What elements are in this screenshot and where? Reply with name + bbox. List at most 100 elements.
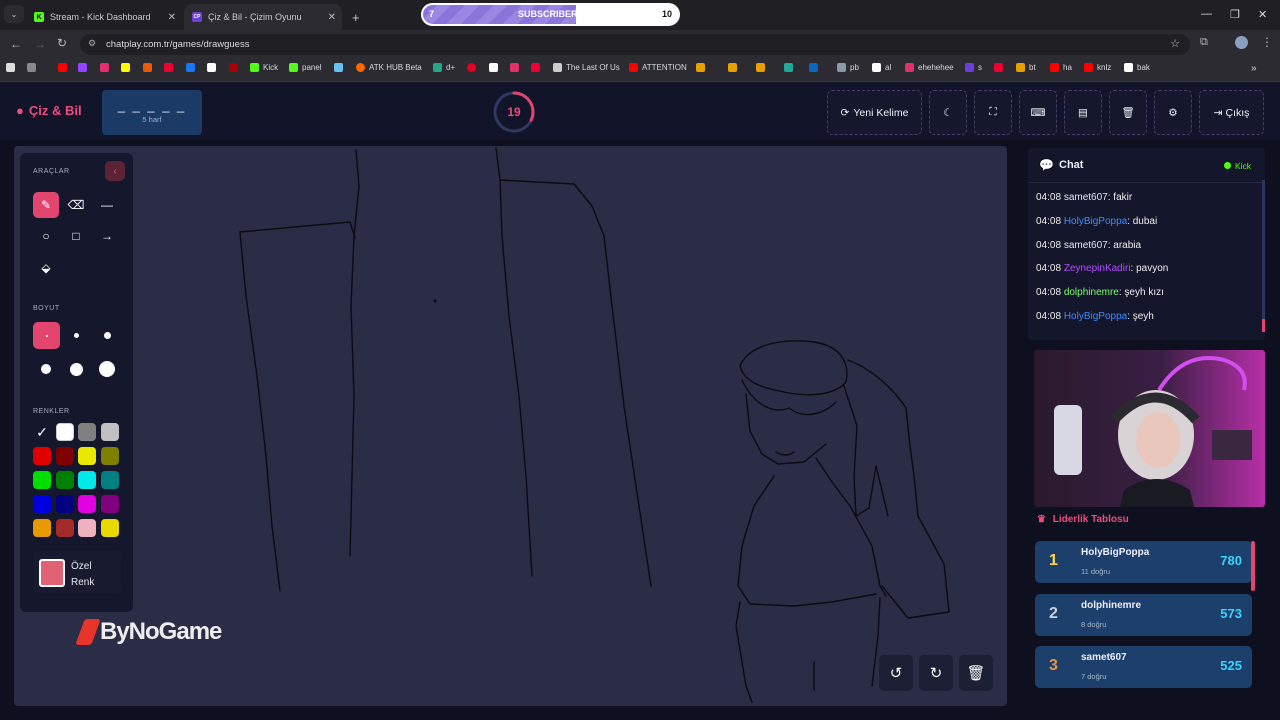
color-swatch[interactable] [78,471,96,489]
menu-icon[interactable]: ⋮ [1261,35,1273,49]
bookmark-icon[interactable] [6,63,19,72]
clear-canvas-button[interactable]: 🗑 [959,655,993,691]
color-swatch[interactable] [100,471,119,489]
bookmark-bak[interactable]: bak [1124,63,1150,72]
color-swatch[interactable] [100,423,119,441]
x-twitter-icon[interactable] [207,63,220,72]
apps-icon[interactable] [27,63,40,72]
link-icon[interactable] [756,63,769,72]
color-swatch[interactable] [100,447,119,465]
bookmark-ehehehee[interactable]: ehehehee [905,63,954,72]
close-icon[interactable]: ✕ [328,12,336,23]
keyboard-button[interactable]: ⌨ [1019,90,1057,135]
instagram-icon[interactable] [510,63,523,72]
fullscreen-button[interactable]: ⛶ [974,90,1012,135]
steam-icon[interactable] [334,63,347,72]
leaderboard-scrollbar-thumb[interactable] [1251,541,1255,591]
bookmark-star-icon[interactable]: ☆ [1170,37,1180,50]
link-icon[interactable] [489,63,502,72]
color-swatch[interactable] [78,519,96,537]
tab-kick-dashboard[interactable]: K Stream - Kick Dashboard ✕ [26,4,182,30]
back-icon[interactable]: ← [10,37,22,51]
chat-username[interactable]: HolyBigPoppa [1064,216,1127,227]
color-swatch[interactable] [78,423,96,441]
chat-username[interactable]: samet607 [1064,240,1108,251]
new-word-button[interactable]: ⟳ Yeni Kelime [827,90,922,135]
eraser-tool[interactable]: ⌫ [63,192,89,218]
settings-button[interactable]: ⚙ [1154,90,1192,135]
linkedin-icon[interactable] [809,63,822,72]
archive-button[interactable]: ▤ [1064,90,1102,135]
color-swatch[interactable] [55,495,74,513]
facebook-icon[interactable] [186,63,199,72]
instagram-icon[interactable] [100,63,113,72]
arrow-tool[interactable]: → [94,223,120,249]
color-swatch[interactable]: ✓ [33,423,51,441]
bookmark-knlz[interactable]: knlz [1084,63,1111,72]
rectangle-tool[interactable]: □ [63,223,89,249]
size-option-6[interactable] [94,356,120,382]
color-swatch[interactable] [55,447,74,465]
chat-username[interactable]: ZeynepinKadiri [1064,263,1131,274]
chat-username[interactable]: HolyBigPoppa [1064,311,1127,322]
bookmark-atk-hub[interactable]: ATK HUB Beta [356,63,422,72]
delete-button[interactable]: 🗑 [1109,90,1147,135]
color-swatch[interactable] [55,519,74,537]
color-swatch[interactable] [33,495,51,513]
chat-scrollbar[interactable] [1262,180,1265,332]
more-bookmarks-icon[interactable]: » [1251,63,1257,74]
pinterest-icon[interactable] [467,63,480,72]
forward-icon[interactable]: → [34,37,46,51]
color-swatch[interactable] [33,447,51,465]
color-swatch[interactable] [33,471,51,489]
color-swatch[interactable] [55,423,74,441]
custom-color-picker[interactable]: Özel Renk [33,551,121,593]
brush-tool[interactable]: ✎ [33,192,59,218]
color-swatch[interactable] [33,519,51,537]
bookmark-dplus[interactable]: d+ [433,63,455,72]
size-option-4[interactable] [33,356,59,382]
bookmark-bt[interactable]: bt [1016,63,1036,72]
bookmark-panel[interactable]: panel [289,63,322,72]
custom-color-swatch[interactable] [39,559,65,587]
chat-username[interactable]: dolphinemre [1064,287,1119,298]
color-swatch[interactable] [78,447,96,465]
youtube-icon[interactable] [58,63,71,72]
link-icon[interactable] [143,63,156,72]
link-icon[interactable] [531,63,544,72]
bookmark-al[interactable]: al [872,63,891,72]
chat-scrollbar-thumb[interactable] [1262,319,1265,332]
close-window-icon[interactable]: ✕ [1258,8,1267,21]
size-option-3[interactable] [94,322,120,348]
profile-avatar[interactable] [1235,36,1248,49]
link-icon[interactable] [696,63,709,72]
fill-tool[interactable]: ⬙ [33,255,59,281]
twitch-icon[interactable] [78,63,91,72]
size-option-2[interactable] [63,322,89,348]
bookmark-attention[interactable]: ATTENTION [629,63,687,72]
color-swatch[interactable] [100,519,119,537]
reload-icon[interactable]: ↻ [57,36,67,50]
color-swatch[interactable] [55,471,74,489]
size-option-1[interactable] [33,322,60,349]
link-icon[interactable] [994,63,1007,72]
tab-search-button[interactable]: ⌄ [4,5,24,23]
redo-button[interactable]: ↻ [919,655,953,691]
bookmark-kick[interactable]: Kick [250,63,278,72]
bookmark-s[interactable]: s [965,63,982,72]
undo-button[interactable]: ↺ [879,655,913,691]
size-option-5[interactable] [63,356,89,382]
bookmark-ha[interactable]: ha [1050,63,1072,72]
minimize-icon[interactable]: — [1201,8,1212,20]
site-info-icon[interactable]: ⚙ [88,38,96,49]
link-icon[interactable] [784,63,797,72]
collapse-panel-button[interactable]: ‹ [105,161,125,181]
link-icon[interactable] [728,63,741,72]
url-field[interactable]: ⚙ chatplay.com.tr/games/drawguess ☆ [80,34,1190,55]
logout-button[interactable]: ⇥ Çıkış [1199,90,1264,135]
circle-tool[interactable]: ○ [33,223,59,249]
chat-username[interactable]: samet607 [1064,192,1108,203]
maximize-icon[interactable]: ❐ [1230,8,1240,21]
line-tool[interactable]: — [94,192,120,218]
tab-drawguess[interactable]: CP Çiz & Bil - Çizim Oyunu ✕ [184,4,342,30]
